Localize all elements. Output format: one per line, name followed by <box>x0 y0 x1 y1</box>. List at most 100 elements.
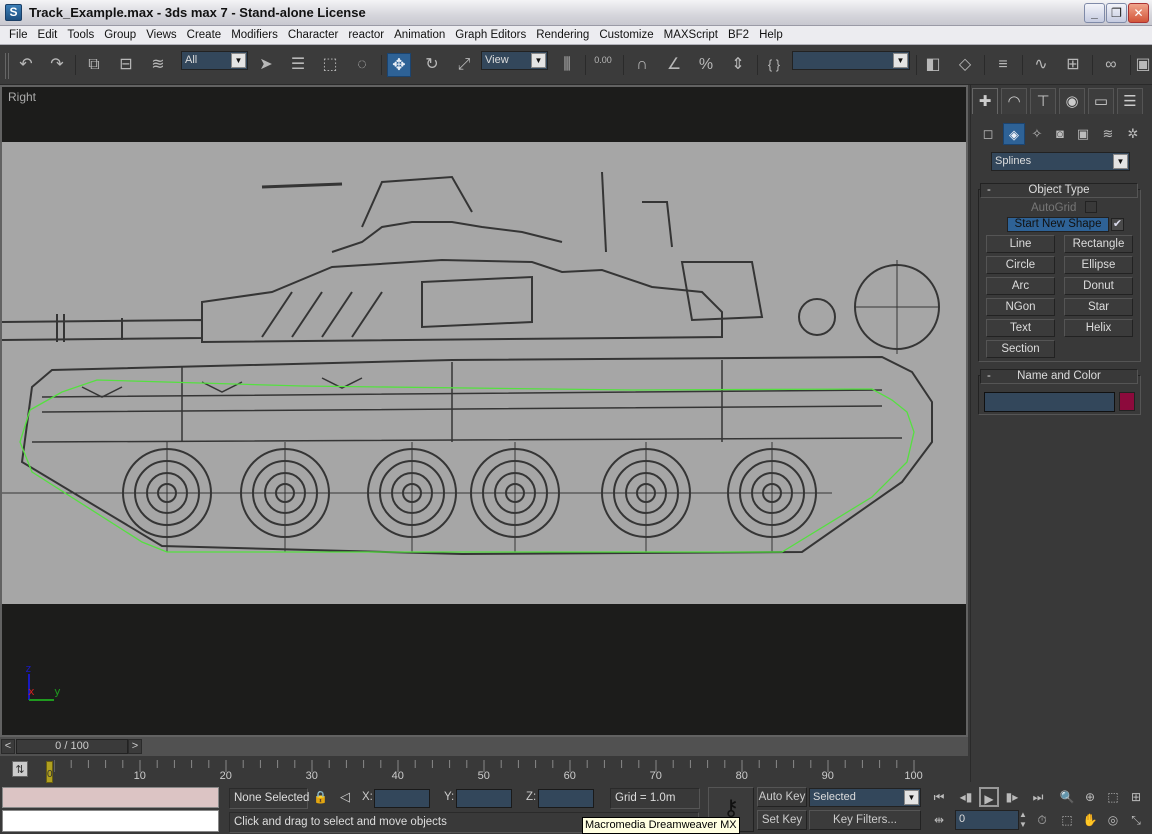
key-mode-toggle-icon[interactable]: ⇹ <box>929 810 949 830</box>
shape-category-dropdown[interactable]: Splines ▼ <box>991 152 1130 171</box>
menu-create[interactable]: Create <box>182 29 227 41</box>
shapes-category-icon[interactable]: ◈ <box>1003 123 1025 145</box>
schematic-view-icon[interactable]: ⊞ <box>1061 53 1085 77</box>
utilities-tab[interactable]: ☰ <box>1117 88 1143 114</box>
menu-graph-editors[interactable]: Graph Editors <box>450 29 531 41</box>
toolbar-grip[interactable] <box>5 53 9 79</box>
z-coordinate-field[interactable] <box>538 789 594 808</box>
ngon-button[interactable]: NGon <box>986 298 1055 316</box>
menu-bf2[interactable]: BF2 <box>723 29 754 41</box>
bind-space-warp-icon[interactable]: ≋ <box>146 53 170 77</box>
previous-frame-icon[interactable]: ◂▮ <box>956 787 976 807</box>
play-animation-icon[interactable]: ▶ <box>979 787 999 807</box>
selection-filter-dropdown[interactable]: All ▼ <box>181 51 248 70</box>
reference-coordinate-dropdown[interactable]: View ▼ <box>481 51 548 70</box>
frame-spinner-icon[interactable]: ▲ ▼ <box>1018 810 1028 830</box>
edit-named-selection-icon[interactable]: { } <box>762 53 786 77</box>
modify-tab[interactable]: ◠ <box>1001 88 1027 114</box>
helix-button[interactable]: Helix <box>1064 319 1133 337</box>
restore-button[interactable]: ❐ <box>1106 3 1127 23</box>
rectangular-selection-region-icon[interactable]: ⬚ <box>318 53 342 77</box>
helpers-category-icon[interactable]: ▣ <box>1072 123 1094 145</box>
next-frame-icon[interactable]: ▮▸ <box>1002 787 1022 807</box>
menu-file[interactable]: File <box>4 29 33 41</box>
select-object-icon[interactable]: ➤ <box>254 53 278 77</box>
named-selection-set-dropdown[interactable]: ▼ <box>792 51 910 70</box>
window-crossing-icon[interactable]: ◌ <box>350 53 374 77</box>
curve-editor-icon[interactable]: ∿ <box>1029 53 1053 77</box>
unlink-selection-icon[interactable]: ⊟ <box>114 53 138 77</box>
start-new-shape-button[interactable]: Start New Shape <box>1007 217 1109 232</box>
time-slider[interactable]: < 0 / 100 > <box>0 737 968 756</box>
object-name-field[interactable] <box>984 392 1115 412</box>
star-button[interactable]: Star <box>1064 298 1133 316</box>
autogrid-checkbox[interactable] <box>1085 201 1097 213</box>
menu-maxscript[interactable]: MAXScript <box>659 29 723 41</box>
menu-customize[interactable]: Customize <box>594 29 658 41</box>
current-frame-field[interactable]: 0 <box>955 810 1019 830</box>
viewport-label[interactable]: Right <box>8 90 36 104</box>
motion-tab[interactable]: ◉ <box>1059 88 1085 114</box>
open-mini-curve-editor-icon[interactable]: ⇅ <box>12 761 28 777</box>
rectangle-button[interactable]: Rectangle <box>1064 235 1133 253</box>
manipulate-icon[interactable]: 0.00 <box>591 53 615 77</box>
render-scene-icon[interactable]: ▣ <box>1134 53 1152 77</box>
menu-tools[interactable]: Tools <box>62 29 99 41</box>
pivot-center-icon[interactable]: ⫼ <box>555 53 579 77</box>
maximize-viewport-icon[interactable]: ⤡ <box>1126 810 1146 830</box>
maxscript-listener-input[interactable] <box>2 787 219 808</box>
select-and-move-icon[interactable]: ✥ <box>387 53 411 77</box>
menu-views[interactable]: Views <box>141 29 181 41</box>
auto-key-button[interactable]: Auto Key <box>757 787 807 807</box>
zoom-extents-icon[interactable]: ⬚ <box>1103 787 1123 807</box>
cameras-category-icon[interactable]: ◙ <box>1049 123 1071 145</box>
track-bar[interactable]: ⇅ 0 10 20 30 40 50 60 70 80 90 100 <box>0 756 968 786</box>
previous-frame-button[interactable]: < <box>1 739 15 754</box>
systems-category-icon[interactable]: ✲ <box>1122 123 1144 145</box>
object-color-swatch[interactable] <box>1119 392 1135 411</box>
section-button[interactable]: Section <box>986 340 1055 358</box>
menu-group[interactable]: Group <box>99 29 141 41</box>
donut-button[interactable]: Donut <box>1064 277 1133 295</box>
mirror-icon[interactable]: ◧ <box>921 53 945 77</box>
menu-rendering[interactable]: Rendering <box>531 29 594 41</box>
select-and-rotate-icon[interactable]: ↻ <box>420 53 444 77</box>
object-type-rollout-header[interactable]: - Object Type <box>980 183 1138 198</box>
zoom-icon[interactable]: 🔍 <box>1057 787 1077 807</box>
lights-category-icon[interactable]: ✧ <box>1026 123 1048 145</box>
align-icon[interactable]: ◇ <box>953 53 977 77</box>
ellipse-button[interactable]: Ellipse <box>1064 256 1133 274</box>
arc-rotate-icon[interactable]: ◎ <box>1103 810 1123 830</box>
key-mode-dropdown[interactable]: Selected ▼ <box>809 788 921 807</box>
menu-character[interactable]: Character <box>283 29 344 41</box>
select-and-scale-icon[interactable]: ⤢ <box>452 53 476 77</box>
percent-snap-toggle-icon[interactable]: % <box>694 53 718 77</box>
arc-button[interactable]: Arc <box>986 277 1055 295</box>
x-coordinate-field[interactable] <box>374 789 430 808</box>
geometry-category-icon[interactable]: ◻ <box>977 123 999 145</box>
region-zoom-icon[interactable]: ⬚ <box>1057 810 1077 830</box>
time-slider-thumb[interactable]: 0 / 100 <box>16 739 128 754</box>
go-to-end-icon[interactable]: ⏭ <box>1028 787 1048 807</box>
menu-help[interactable]: Help <box>754 29 788 41</box>
create-tab[interactable]: ✚ <box>972 88 998 114</box>
pan-view-icon[interactable]: ✋ <box>1080 810 1100 830</box>
viewport-right[interactable]: Right z x y <box>0 85 968 737</box>
name-and-color-rollout-header[interactable]: - Name and Color <box>980 369 1138 384</box>
key-filters-button[interactable]: Key Filters... <box>809 810 921 830</box>
angle-snap-toggle-icon[interactable]: ∠ <box>662 53 686 77</box>
circle-button[interactable]: Circle <box>986 256 1055 274</box>
selection-lock-icon[interactable]: 🔒 <box>313 790 328 804</box>
maxscript-listener-output[interactable] <box>2 810 219 832</box>
absolute-mode-transform-icon[interactable]: ◁ <box>340 789 350 805</box>
time-configuration-icon[interactable]: ⏱ <box>1032 810 1052 830</box>
redo-icon[interactable]: ↷ <box>45 53 69 77</box>
3d-snap-toggle-icon[interactable]: ∩ <box>630 53 654 77</box>
set-key-button[interactable]: Set Key <box>757 810 807 830</box>
layer-manager-icon[interactable]: ≡ <box>991 53 1015 77</box>
text-button[interactable]: Text <box>986 319 1055 337</box>
display-tab[interactable]: ▭ <box>1088 88 1114 114</box>
go-to-start-icon[interactable]: ⏮ <box>929 787 949 807</box>
minimize-button[interactable]: _ <box>1084 3 1105 23</box>
next-frame-button[interactable]: > <box>128 739 142 754</box>
